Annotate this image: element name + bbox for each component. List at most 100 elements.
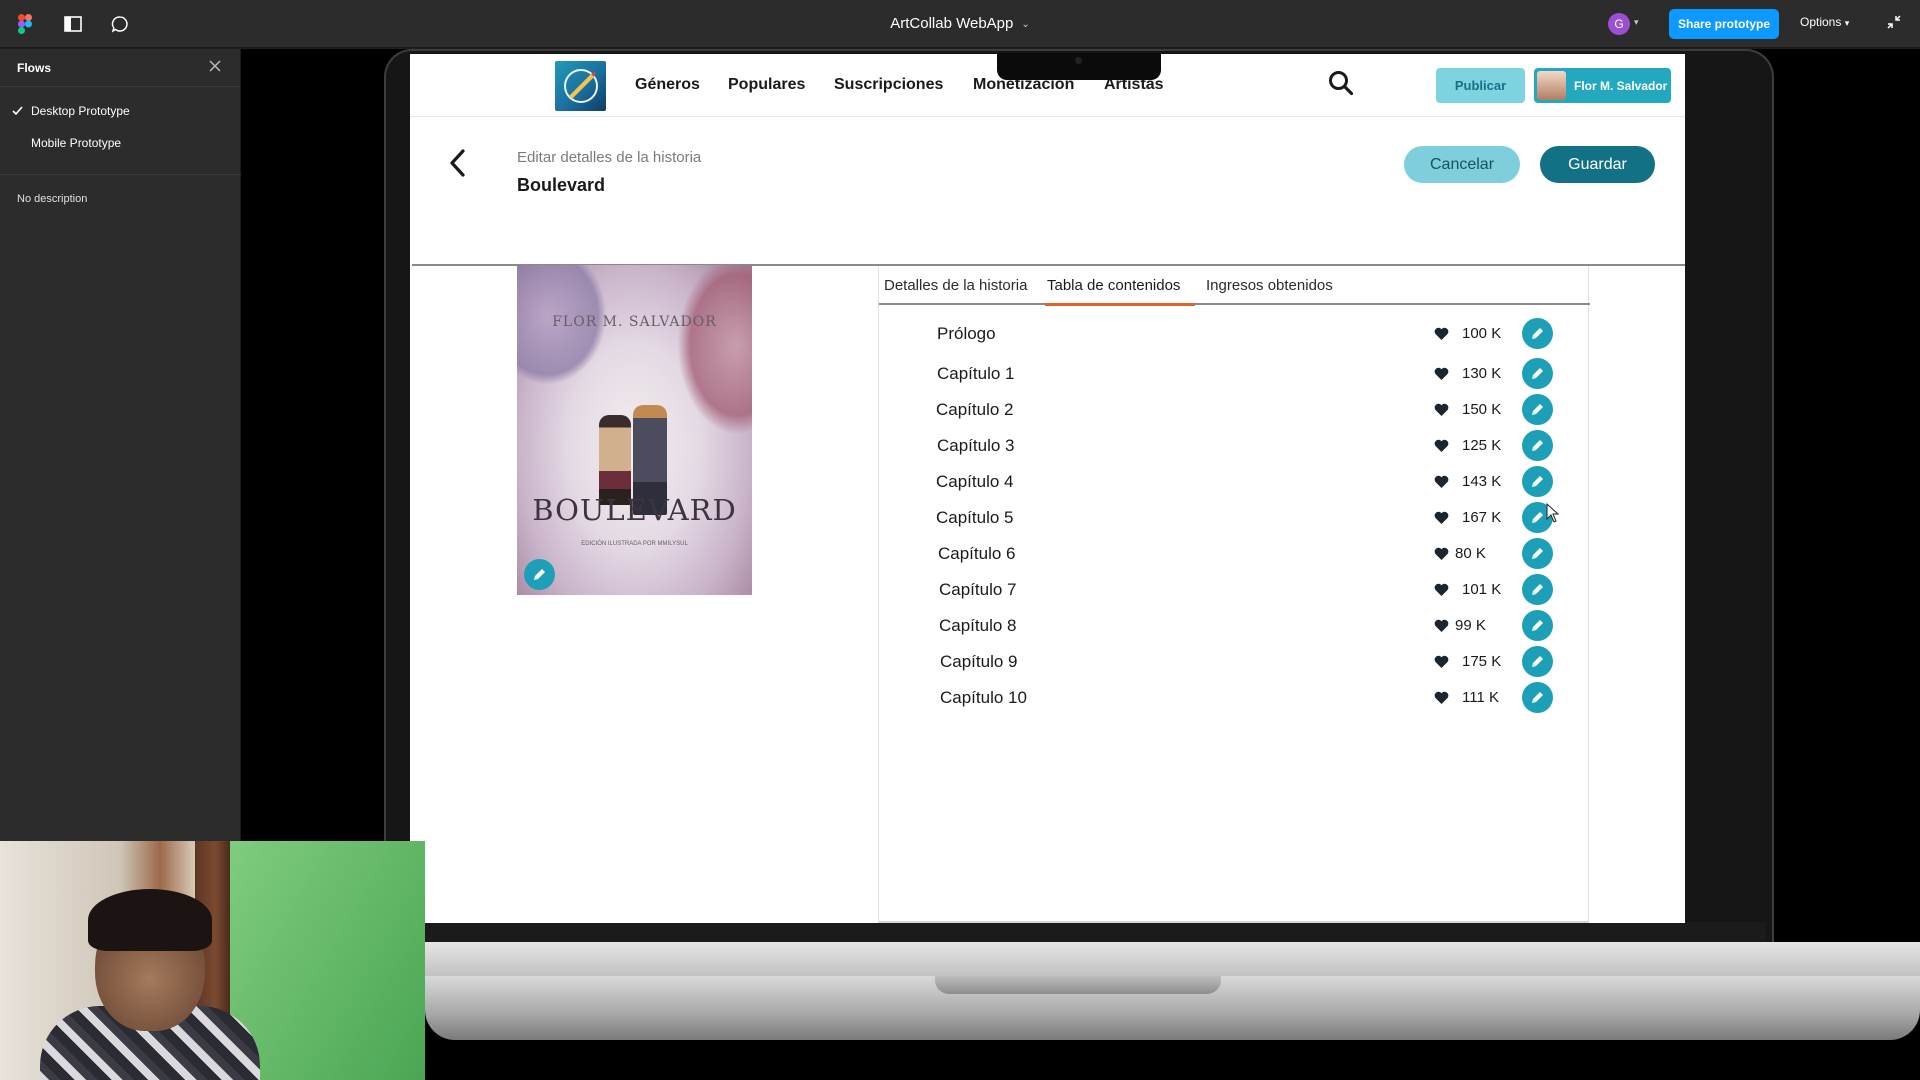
collapse-icon[interactable]	[1886, 14, 1902, 35]
chapter-likes: 100 K	[1462, 325, 1502, 342]
story-tabs-panel: Detalles de la historia Tabla de conteni…	[878, 266, 1590, 923]
pencil-icon	[1532, 440, 1543, 451]
chapter-likes: 175 K	[1462, 653, 1502, 670]
cover-author: FLOR M. SALVADOR	[552, 314, 717, 330]
chevron-down-icon[interactable]: ▾	[1634, 17, 1639, 28]
avatar	[1537, 71, 1566, 100]
pencil-icon	[1532, 476, 1543, 487]
back-arrow-icon[interactable]	[448, 148, 468, 183]
chapter-title: Capítulo 10	[940, 688, 1027, 707]
mouse-cursor-icon	[1546, 502, 1560, 528]
pencil-icon	[1532, 328, 1543, 339]
chapter-likes: 167 K	[1462, 509, 1502, 526]
artcollab-logo[interactable]	[555, 61, 606, 111]
cover-title: BOULEVARD	[532, 493, 737, 527]
chapter-row[interactable]: Capítulo 8 99 K	[879, 606, 1590, 646]
chapter-row[interactable]: Capítulo 4 143 K	[879, 462, 1590, 502]
cover-foliage	[677, 265, 752, 435]
chevron-down-icon: ▾	[1844, 18, 1850, 28]
chapter-row[interactable]: Capítulo 2 150 K	[879, 390, 1590, 430]
heart-icon	[1434, 403, 1449, 422]
active-tab-indicator	[1045, 303, 1195, 306]
edit-chapter-button[interactable]	[1522, 646, 1553, 677]
chapter-row[interactable]: Capítulo 1 130 K	[879, 354, 1590, 394]
divider	[0, 174, 241, 175]
edit-chapter-button[interactable]	[1522, 466, 1553, 497]
pencil-icon	[1532, 692, 1543, 703]
check-icon	[12, 105, 23, 119]
chapter-title: Capítulo 2	[936, 400, 1014, 419]
chapter-likes: 143 K	[1462, 473, 1502, 490]
laptop-deck	[425, 942, 1920, 978]
publish-button[interactable]: Publicar	[1436, 68, 1525, 103]
nav-link-populares[interactable]: Populares	[728, 76, 805, 94]
chapter-row[interactable]: Capítulo 9 175 K	[879, 642, 1590, 682]
chapter-likes: 101 K	[1462, 581, 1502, 598]
tab-bar: Detalles de la historia Tabla de conteni…	[879, 266, 1590, 306]
cover-tagline: EDICIÓN ILUSTRADA POR MMILYSUL	[581, 541, 688, 547]
edit-chapter-button[interactable]	[1522, 538, 1553, 569]
heart-icon	[1434, 655, 1449, 674]
tab-income[interactable]: Ingresos obtenidos	[1206, 277, 1333, 294]
user-name: Flor M. Salvador	[1574, 79, 1668, 93]
edit-chapter-button[interactable]	[1522, 394, 1553, 425]
tab-story-details[interactable]: Detalles de la historia	[884, 277, 1027, 294]
pencil-icon	[1532, 368, 1543, 379]
flow-item-desktop[interactable]: Desktop Prototype	[0, 98, 241, 124]
edit-chapter-button[interactable]	[1522, 430, 1553, 461]
pencil-icon	[1532, 512, 1543, 523]
options-label: Options	[1800, 15, 1842, 29]
edit-chapter-button[interactable]	[1522, 358, 1553, 389]
heart-icon	[1434, 547, 1449, 566]
nav-link-generos[interactable]: Géneros	[635, 76, 700, 94]
heart-icon	[1434, 439, 1449, 458]
chapter-title: Capítulo 8	[939, 616, 1017, 635]
camera-icon	[1075, 57, 1082, 64]
webcam-person	[88, 889, 212, 951]
edit-chapter-button[interactable]	[1522, 318, 1553, 349]
chapter-title: Prólogo	[937, 324, 996, 343]
save-button[interactable]: Guardar	[1540, 146, 1655, 183]
chapter-likes: 130 K	[1462, 365, 1502, 382]
options-button[interactable]: Options ▾	[1800, 15, 1849, 29]
book-cover-image: FLOR M. SALVADOR BOULEVARD EDICIÓN ILUST…	[517, 265, 752, 595]
heart-icon	[1434, 583, 1449, 602]
chapter-likes: 99 K	[1455, 617, 1486, 634]
close-icon[interactable]	[208, 59, 224, 75]
user-avatar[interactable]: G	[1608, 13, 1630, 35]
chapter-row[interactable]: Capítulo 7 101 K	[879, 570, 1590, 610]
user-profile-button[interactable]: Flor M. Salvador	[1534, 68, 1671, 103]
heart-icon	[1434, 475, 1449, 494]
nav-link-suscripciones[interactable]: Suscripciones	[834, 76, 943, 94]
flow-item-mobile[interactable]: Mobile Prototype	[0, 130, 241, 156]
laptop-lip	[935, 976, 1221, 994]
chapter-likes: 125 K	[1462, 437, 1502, 454]
cancel-button[interactable]: Cancelar	[1404, 146, 1520, 183]
pencil-icon	[1532, 584, 1543, 595]
chapter-title: Capítulo 3	[937, 436, 1015, 455]
search-icon[interactable]	[1328, 70, 1354, 101]
chapter-row[interactable]: Prólogo 100 K	[879, 314, 1590, 354]
chapter-title: Capítulo 4	[936, 472, 1014, 491]
heart-icon	[1434, 619, 1449, 638]
cover-figure	[599, 415, 631, 505]
file-title[interactable]: ArtCollab WebApp ⌄	[0, 15, 1920, 32]
chapter-row[interactable]: Capítulo 10 111 K	[879, 678, 1590, 718]
laptop-bezel	[425, 922, 1766, 944]
chapter-title: Capítulo 6	[938, 544, 1016, 563]
heart-icon	[1434, 327, 1449, 346]
edit-cover-button[interactable]	[524, 559, 555, 590]
chapter-row[interactable]: Capítulo 5 167 K	[879, 498, 1590, 538]
tab-table-of-contents[interactable]: Tabla de contenidos	[1047, 277, 1180, 294]
edit-chapter-button[interactable]	[1522, 574, 1553, 605]
pencil-icon	[1532, 620, 1543, 631]
chapter-row[interactable]: Capítulo 3 125 K	[879, 426, 1590, 466]
share-prototype-button[interactable]: Share prototype	[1669, 9, 1779, 39]
pencil-icon	[1532, 404, 1543, 415]
edit-chapter-button[interactable]	[1522, 610, 1553, 641]
edit-chapter-button[interactable]	[1522, 682, 1553, 713]
flow-item-label: Desktop Prototype	[31, 104, 130, 118]
chapter-row[interactable]: Capítulo 6 80 K	[879, 534, 1590, 574]
flows-header: Flows	[0, 49, 240, 87]
page-title: Boulevard	[517, 175, 606, 195]
